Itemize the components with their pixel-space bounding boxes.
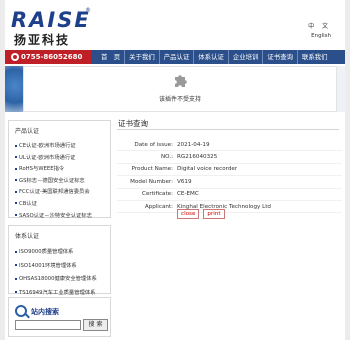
bullet-icon bbox=[15, 250, 17, 253]
bullet-icon bbox=[15, 190, 17, 193]
logo[interactable]: RAISE bbox=[11, 8, 91, 32]
list-item[interactable]: RoHS与WEEE指令 bbox=[15, 164, 110, 176]
nav-certificate-query[interactable]: 证书查询 bbox=[262, 50, 297, 64]
product-certification-title: 产品认证 bbox=[15, 128, 40, 135]
field-label: Applicant: bbox=[117, 200, 177, 214]
logo-chinese-name: 扬亚科技 bbox=[14, 33, 71, 47]
list-item[interactable]: CB认证 bbox=[15, 199, 110, 211]
main-nav: 首 页 关于我们 产品认证 体系认证 企业培训 证书查询 联系我们 bbox=[91, 50, 332, 64]
title-divider bbox=[117, 129, 339, 130]
bullet-icon bbox=[15, 214, 17, 217]
list-item[interactable]: ISO14001环境管理体系 bbox=[15, 260, 110, 274]
list-item[interactable]: FCC认证-美国联邦通信委员会 bbox=[15, 187, 110, 199]
search-icon bbox=[15, 305, 27, 317]
site-search-panel: 站内搜索 搜 索 bbox=[8, 297, 111, 337]
table-row: Certificate: CE-EMC bbox=[117, 188, 342, 201]
list-item[interactable]: OHSAS18000健康安全管理体系 bbox=[15, 273, 110, 287]
search-button[interactable]: 搜 索 bbox=[83, 319, 108, 331]
phone-number: 0755-86052680 bbox=[5, 50, 91, 64]
list-item[interactable]: UL认证-欧洲市场通行证 bbox=[15, 153, 110, 165]
nav-product-certification[interactable]: 产品认证 bbox=[158, 50, 194, 64]
bullet-icon bbox=[15, 202, 17, 205]
table-row: Model Number: V619 bbox=[117, 175, 342, 189]
bullet-icon bbox=[15, 277, 17, 280]
table-row: Product Name: Digital voice recorder bbox=[117, 163, 342, 177]
nav-home[interactable]: 首 页 bbox=[91, 50, 124, 64]
field-label: Date of issue: bbox=[117, 139, 177, 152]
field-value: 2021-04-19 bbox=[177, 139, 342, 152]
action-buttons: close print bbox=[177, 209, 225, 219]
page-title: 证书查询 bbox=[118, 119, 148, 128]
list-item[interactable]: SASO认证－沙特安全认证标志 bbox=[15, 211, 110, 223]
product-certification-list: CE认证-欧洲市场通行证 UL认证-欧洲市场通行证 RoHS与WEEE指令 GS… bbox=[9, 141, 110, 224]
table-row: NO.: RG216040325 bbox=[117, 150, 342, 164]
plugin-message: 该插件不受支持 bbox=[158, 96, 201, 103]
language-chinese-link[interactable]: 中 文 bbox=[308, 21, 331, 30]
close-button[interactable]: close bbox=[177, 209, 200, 219]
system-certification-list: ISO9000质量管理体系 ISO14001环境管理体系 OHSAS18000健… bbox=[9, 246, 110, 302]
product-certification-panel: 产品认证 CE认证-欧洲市场通行证 UL认证-欧洲市场通行证 RoHS与WEEE… bbox=[8, 120, 111, 219]
certificate-details-table: Date of issue: 2021-04-19 NO.: RG216040325… bbox=[117, 139, 342, 214]
header: RAISE ® 扬亚科技 中 文 English bbox=[5, 0, 345, 48]
field-label: NO.: bbox=[117, 150, 177, 164]
bullet-icon bbox=[15, 144, 17, 147]
bullet-icon bbox=[15, 156, 17, 159]
phone-text: 0755-86052680 bbox=[21, 53, 83, 61]
table-row: Date of issue: 2021-04-19 bbox=[117, 139, 342, 152]
field-value: V619 bbox=[177, 175, 342, 189]
field-label: Product Name: bbox=[117, 163, 177, 177]
nav-contact[interactable]: 联系我们 bbox=[296, 50, 332, 64]
field-label: Certificate: bbox=[117, 188, 177, 201]
bullet-icon bbox=[15, 179, 17, 182]
search-input[interactable] bbox=[15, 320, 81, 330]
field-value: CE-EMC bbox=[177, 188, 342, 201]
puzzle-icon bbox=[175, 75, 187, 87]
bullet-icon bbox=[15, 167, 17, 170]
nav-system-certification[interactable]: 体系认证 bbox=[193, 50, 228, 64]
list-item[interactable]: CE认证-欧洲市场通行证 bbox=[15, 141, 110, 153]
list-item[interactable]: GS标志－德国安全认证标志 bbox=[15, 176, 110, 188]
nav-training[interactable]: 企业培训 bbox=[227, 50, 263, 64]
language-english-link[interactable]: English bbox=[311, 33, 331, 39]
phone-icon bbox=[11, 53, 19, 61]
field-label: Model Number: bbox=[117, 175, 177, 189]
print-button[interactable]: print bbox=[203, 209, 225, 219]
nav-about[interactable]: 关于我们 bbox=[124, 50, 159, 64]
bullet-icon bbox=[15, 264, 17, 267]
table-row: Applicant: Kinghal Electronic Technology … bbox=[117, 200, 342, 214]
page: RAISE ® 扬亚科技 中 文 English 0755-86052680 首… bbox=[5, 0, 345, 340]
logo-registered-mark: ® bbox=[85, 7, 91, 14]
plugin-placeholder: 该插件不受支持 bbox=[23, 66, 337, 112]
list-item[interactable]: ISO9000质量管理体系 bbox=[15, 246, 110, 260]
field-value: Digital voice recorder bbox=[177, 163, 342, 177]
system-certification-panel: 体系认证 ISO9000质量管理体系 ISO14001环境管理体系 OHSAS1… bbox=[8, 225, 111, 296]
bullet-icon bbox=[15, 291, 17, 294]
field-value: RG216040325 bbox=[177, 150, 342, 164]
site-search-title: 站内搜索 bbox=[31, 308, 59, 316]
system-certification-title: 体系认证 bbox=[15, 233, 40, 240]
